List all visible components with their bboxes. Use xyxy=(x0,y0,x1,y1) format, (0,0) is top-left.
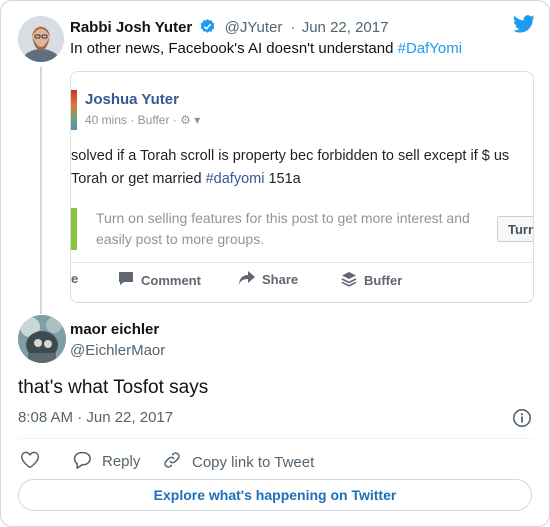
promo-accent-bar xyxy=(71,208,77,250)
comment-icon xyxy=(118,271,134,289)
facebook-hashtag: #dafyomi xyxy=(205,171,265,187)
author-name[interactable]: Rabbi Josh Yuter xyxy=(70,19,192,36)
reply-author-handle[interactable]: @EichlerMaor xyxy=(70,342,165,359)
tweet-text-body: In other news, Facebook's AI doesn't und… xyxy=(70,40,398,57)
avatar[interactable] xyxy=(18,16,64,62)
poster-avatar-fragment xyxy=(71,90,77,130)
post-meta-text: 40 mins · Buffer · xyxy=(85,113,181,127)
hashtag-link[interactable]: #DafYomi xyxy=(398,40,462,57)
avatar[interactable] xyxy=(18,315,66,363)
dropdown-caret-icon: ▾ xyxy=(194,113,201,127)
facebook-buffer-action: Buffer xyxy=(341,271,402,290)
like-button[interactable] xyxy=(20,450,40,473)
facebook-post-body: solved if a Torah scroll is property bec… xyxy=(71,145,533,191)
comment-label: Comment xyxy=(141,272,201,288)
copy-link-label: Copy link to Tweet xyxy=(192,453,315,471)
tweet-author[interactable]: Rabbi Josh Yuter @JYuter · Jun 22, 2017 xyxy=(70,18,388,39)
tweet-date[interactable]: Jun 22, 2017 xyxy=(302,19,389,36)
reply-button[interactable]: Reply xyxy=(71,450,140,473)
post-body-line1: solved if a Torah scroll is property bec… xyxy=(71,148,510,164)
divider xyxy=(71,262,533,263)
explore-button[interactable]: Explore what's happening on Twitter xyxy=(18,479,532,511)
facebook-action-partial: e xyxy=(71,271,78,286)
tweet-embed-card: Rabbi Josh Yuter @JYuter · Jun 22, 2017 … xyxy=(0,0,550,527)
selling-features-promo: Turn on selling features for this post t… xyxy=(71,208,533,252)
post-body-line2-text: Torah or get married xyxy=(71,171,206,187)
facebook-poster-name: Joshua Yuter xyxy=(85,91,179,108)
copy-link-button[interactable]: Copy link to Tweet xyxy=(162,450,314,474)
attached-image[interactable]: Joshua Yuter 40 mins · Buffer · ⚙ ▾ solv… xyxy=(70,71,534,303)
verified-badge-icon xyxy=(199,18,216,39)
info-icon[interactable] xyxy=(512,408,532,433)
share-arrow-icon xyxy=(239,271,255,288)
promo-turn-on-button: Turn xyxy=(497,216,533,242)
facebook-action-bar: e Comment Share Buffer xyxy=(71,271,533,291)
facebook-comment-action: Comment xyxy=(118,271,201,289)
thread-line xyxy=(40,67,42,314)
buffer-stack-icon xyxy=(341,271,357,290)
gear-icon: ⚙ xyxy=(180,113,191,127)
reply-author-name[interactable]: maor eichler xyxy=(70,321,159,338)
promo-text: Turn on selling features for this post t… xyxy=(96,210,470,247)
reply-label: Reply xyxy=(102,453,141,470)
reply-bubble-icon xyxy=(71,450,92,473)
facebook-share-action: Share xyxy=(239,271,298,288)
heart-icon xyxy=(20,450,40,473)
post-body-line2-suffix: 151a xyxy=(264,171,301,187)
buffer-label: Buffer xyxy=(364,273,403,288)
reply-timestamp[interactable]: 8:08 AM · Jun 22, 2017 xyxy=(18,409,173,426)
link-icon xyxy=(162,450,182,474)
reply-text: that's what Tosfot says xyxy=(18,377,209,398)
share-label: Share xyxy=(262,272,299,287)
author-handle[interactable]: @JYuter xyxy=(225,19,283,36)
tweet-text: In other news, Facebook's AI doesn't und… xyxy=(70,40,462,57)
twitter-bird-icon[interactable] xyxy=(513,15,535,38)
divider xyxy=(18,438,532,439)
facebook-post-meta: 40 mins · Buffer · ⚙ ▾ xyxy=(85,113,200,127)
date-separator: · xyxy=(290,19,296,36)
post-body-line2: Torah or get married #dafyomi 151a xyxy=(71,168,533,191)
partial-action-label: e xyxy=(71,271,79,286)
